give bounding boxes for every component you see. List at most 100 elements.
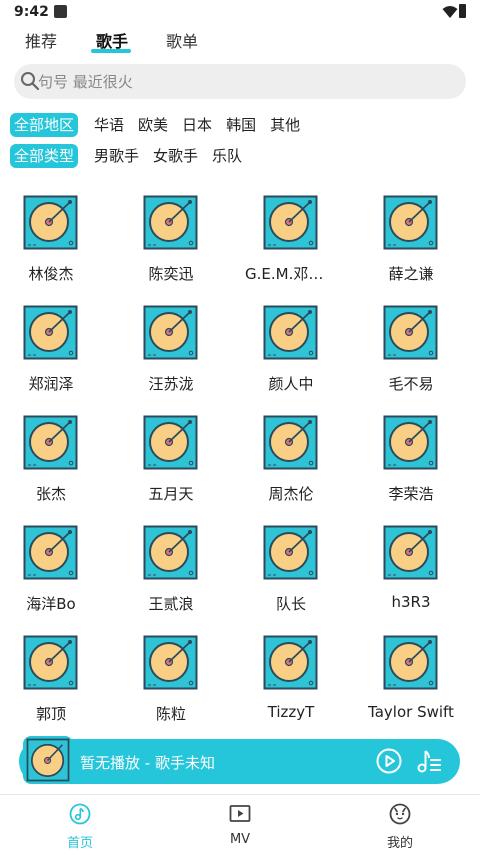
- artist-item[interactable]: 海洋Bo: [0, 525, 111, 635]
- tab-recommend[interactable]: 推荐: [25, 28, 57, 52]
- filter-region-other[interactable]: 其他: [270, 113, 300, 137]
- active-tab-indicator: [91, 49, 131, 53]
- artist-item[interactable]: 陈粒: [111, 635, 231, 745]
- artist-name: TizzyT: [267, 703, 315, 721]
- artist-item[interactable]: 郭顶: [0, 635, 111, 745]
- notification-icon: [54, 5, 67, 18]
- artist-item[interactable]: 郑润泽: [0, 305, 111, 415]
- filter-type-band[interactable]: 乐队: [212, 144, 242, 168]
- artist-item[interactable]: 队长: [231, 525, 351, 635]
- artist-item[interactable]: 陈奕迅: [111, 195, 231, 305]
- artist-item[interactable]: 王贰浪: [111, 525, 231, 635]
- artist-cover[interactable]: [23, 635, 78, 690]
- artist-cover[interactable]: [263, 305, 318, 360]
- bottom-nav: 首页 MV 我的: [0, 794, 480, 855]
- artist-cover[interactable]: [383, 525, 438, 580]
- turntable-icon: [23, 195, 78, 250]
- turntable-icon: [263, 635, 318, 690]
- play-button-icon[interactable]: [376, 748, 402, 774]
- artist-item[interactable]: 汪苏泷: [111, 305, 231, 415]
- filter-type-all[interactable]: 全部类型: [10, 144, 79, 168]
- turntable-icon: [23, 525, 78, 580]
- region-filter: 全部地区 华语 欧美 日本 韩国 其他: [10, 113, 314, 137]
- artist-cover[interactable]: [23, 195, 78, 250]
- artist-cover[interactable]: [23, 525, 78, 580]
- artist-name: h3R3: [391, 593, 431, 611]
- turntable-icon: [143, 305, 198, 360]
- artist-cover[interactable]: [263, 415, 318, 470]
- turntable-icon: [263, 525, 318, 580]
- filter-region-all[interactable]: 全部地区: [10, 113, 79, 137]
- now-playing-cover[interactable]: [23, 736, 73, 784]
- nav-mine[interactable]: 我的: [370, 803, 430, 851]
- status-time: 9:42: [14, 4, 49, 20]
- artist-name: 周杰伦: [268, 485, 314, 503]
- turntable-icon: [26, 738, 70, 782]
- artist-cover[interactable]: [143, 525, 198, 580]
- turntable-icon: [383, 195, 438, 250]
- artist-item[interactable]: h3R3: [351, 525, 471, 635]
- battery-icon: [459, 4, 466, 18]
- filter-type-female[interactable]: 女歌手: [153, 144, 198, 168]
- search-icon: [21, 72, 40, 91]
- artist-cover[interactable]: [383, 635, 438, 690]
- tab-playlists[interactable]: 歌单: [166, 28, 198, 52]
- filter-region-korea[interactable]: 韩国: [226, 113, 256, 137]
- nav-home[interactable]: 首页: [50, 803, 110, 851]
- artist-cover[interactable]: [23, 415, 78, 470]
- playlist-icon[interactable]: [416, 748, 442, 774]
- artist-cover[interactable]: [143, 195, 198, 250]
- artist-item[interactable]: G.E.M.邓紫棋: [231, 195, 351, 305]
- turntable-icon: [23, 415, 78, 470]
- artist-name: 毛不易: [388, 375, 434, 393]
- artist-cover[interactable]: [143, 305, 198, 360]
- artist-cover[interactable]: [383, 305, 438, 360]
- profile-face-icon: [389, 803, 411, 825]
- artist-name: 王贰浪: [148, 595, 194, 613]
- search-input[interactable]: [38, 64, 438, 99]
- artist-cover[interactable]: [263, 195, 318, 250]
- filter-region-western[interactable]: 欧美: [138, 113, 168, 137]
- type-filter: 全部类型 男歌手 女歌手 乐队: [10, 144, 256, 168]
- artist-name: 林俊杰: [28, 265, 74, 283]
- music-note-icon: [69, 803, 91, 825]
- artist-item[interactable]: 薛之谦: [351, 195, 471, 305]
- now-playing-text: 暂无播放 - 歌手未知: [80, 754, 215, 772]
- artist-name: Taylor Swift: [368, 703, 454, 721]
- turntable-icon: [383, 635, 438, 690]
- artist-cover[interactable]: [143, 415, 198, 470]
- mini-player[interactable]: 暂无播放 - 歌手未知: [19, 736, 460, 784]
- artist-name: G.E.M.邓紫棋: [245, 265, 339, 283]
- turntable-icon: [383, 525, 438, 580]
- status-bar: 9:42: [0, 0, 480, 26]
- filter-region-chinese[interactable]: 华语: [94, 113, 124, 137]
- artist-item[interactable]: 毛不易: [351, 305, 471, 415]
- turntable-icon: [143, 195, 198, 250]
- artist-name: 队长: [275, 595, 306, 613]
- filter-type-male[interactable]: 男歌手: [94, 144, 139, 168]
- artist-name: 薛之谦: [388, 265, 434, 283]
- artist-name: 颜人中: [268, 375, 314, 393]
- artist-item[interactable]: 张杰: [0, 415, 111, 525]
- artist-cover[interactable]: [263, 525, 318, 580]
- artist-item[interactable]: 李荣浩: [351, 415, 471, 525]
- filter-region-japan[interactable]: 日本: [182, 113, 212, 137]
- artist-cover[interactable]: [23, 305, 78, 360]
- nav-home-label: 首页: [66, 836, 93, 851]
- turntable-icon: [263, 305, 318, 360]
- artist-item[interactable]: 林俊杰: [0, 195, 111, 305]
- artist-item[interactable]: 五月天: [111, 415, 231, 525]
- search-bar[interactable]: [14, 64, 466, 99]
- artist-name: 郑润泽: [28, 375, 74, 393]
- artist-cover[interactable]: [383, 415, 438, 470]
- artist-item[interactable]: Taylor Swift: [351, 635, 471, 745]
- artist-item[interactable]: TizzyT: [231, 635, 351, 745]
- artist-item[interactable]: 周杰伦: [231, 415, 351, 525]
- artist-cover[interactable]: [263, 635, 318, 690]
- nav-mine-label: 我的: [386, 836, 413, 851]
- artist-cover[interactable]: [143, 635, 198, 690]
- artist-cover[interactable]: [383, 195, 438, 250]
- artist-item[interactable]: 颜人中: [231, 305, 351, 415]
- nav-mv[interactable]: MV: [210, 803, 270, 847]
- nav-mv-label: MV: [229, 832, 251, 847]
